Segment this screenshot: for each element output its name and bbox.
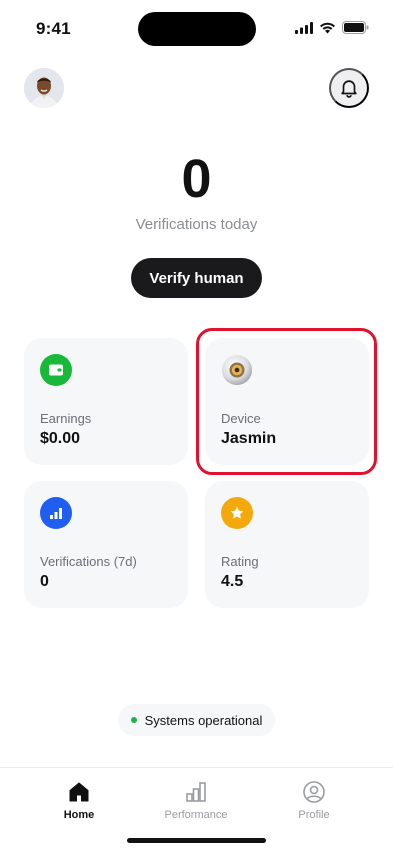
verify-human-button[interactable]: Verify human (131, 258, 262, 298)
status-dot-icon (130, 717, 137, 723)
profile-icon (303, 781, 325, 803)
earnings-value: $0.00 (40, 430, 81, 447)
wifi-icon (320, 22, 335, 33)
tab-home[interactable]: Home (34, 780, 124, 821)
verifications-label: Verifications (7d) (40, 554, 137, 569)
status-icons (295, 21, 369, 34)
verifications-count: 0 (181, 149, 212, 209)
avatar[interactable] (24, 68, 64, 108)
status-bar: 9:41 (0, 0, 393, 54)
battery-icon (342, 21, 369, 34)
systems-status-pill[interactable]: Systems operational (118, 704, 275, 736)
bell-icon (341, 80, 357, 98)
rating-value: 4.5 (221, 573, 244, 590)
tab-performance[interactable]: Performance (151, 780, 241, 821)
rating-label: Rating (221, 554, 259, 569)
star-icon (221, 497, 253, 529)
home-indicator[interactable] (127, 838, 266, 843)
tab-profile-label: Profile (298, 809, 330, 821)
tab-home-label: Home (63, 809, 95, 821)
device-card-highlight (196, 328, 377, 475)
dynamic-island (138, 12, 256, 46)
avatar-photo (24, 68, 64, 108)
home-icon (69, 782, 89, 802)
verifications-card[interactable]: Verifications (7d) 0 (24, 481, 188, 608)
earnings-card[interactable]: Earnings $0.00 (24, 338, 188, 465)
notifications-button[interactable] (329, 68, 369, 108)
verifications-count-label: Verifications today (135, 216, 258, 233)
verifications-value: 0 (40, 573, 49, 590)
wallet-icon (40, 354, 72, 386)
tab-profile[interactable]: Profile (269, 780, 359, 821)
signal-icon (295, 21, 313, 34)
bar-chart-icon (40, 497, 72, 529)
tab-performance-label: Performance (164, 809, 228, 821)
systems-status-text: Systems operational (144, 712, 263, 728)
rating-card[interactable]: Rating 4.5 (205, 481, 369, 608)
earnings-label: Earnings (40, 411, 92, 426)
performance-icon (186, 782, 206, 802)
status-time: 9:41 (36, 19, 71, 38)
